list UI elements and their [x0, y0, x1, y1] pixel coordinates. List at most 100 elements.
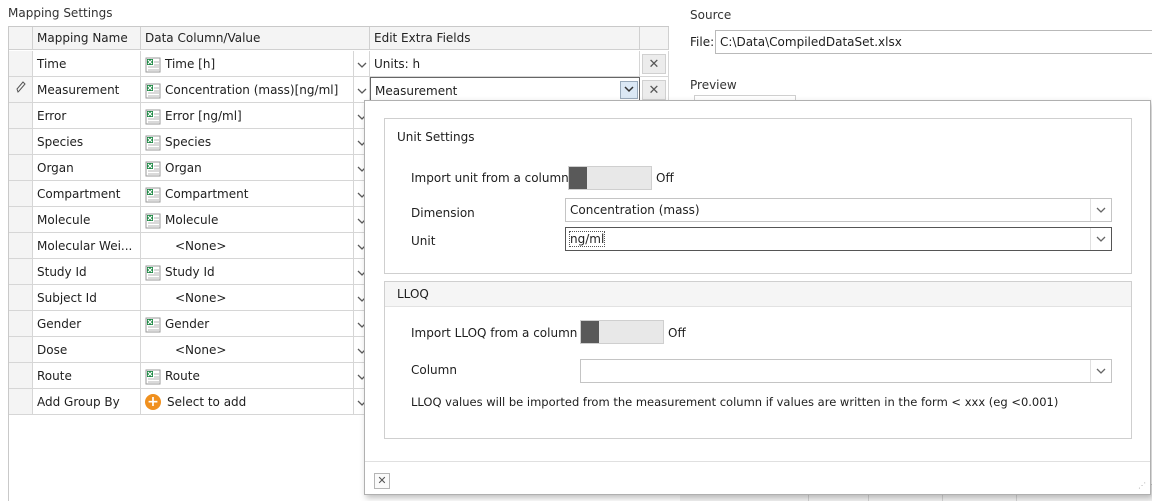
- row-indicator[interactable]: [9, 259, 33, 285]
- close-icon: ✕: [377, 474, 387, 487]
- excel-column-icon: [145, 108, 161, 124]
- data-column-value: Select to add: [167, 395, 247, 409]
- row-indicator[interactable]: [9, 363, 33, 389]
- data-column-cell[interactable]: Study Id: [141, 259, 354, 285]
- delete-row-button[interactable]: ✕: [642, 80, 666, 100]
- row-indicator[interactable]: [9, 181, 33, 207]
- lloq-column-select[interactable]: [580, 359, 1112, 383]
- close-popup-button[interactable]: ✕: [374, 473, 390, 489]
- data-column-cell[interactable]: Error [ng/ml]: [141, 103, 354, 129]
- data-column-value: Molecule: [165, 213, 219, 227]
- mapping-name-cell: Error: [33, 103, 141, 129]
- data-column-value: Error [ng/ml]: [165, 109, 242, 123]
- data-column-cell[interactable]: Molecule: [141, 207, 354, 233]
- data-column-cell[interactable]: Route: [141, 363, 354, 389]
- lloq-group: LLOQ Import LLOQ from a column Off Colum…: [384, 281, 1132, 439]
- data-column-cell[interactable]: <None>: [141, 285, 354, 311]
- extra-field-value: Measurement: [375, 84, 458, 98]
- delete-row-button[interactable]: ✕: [642, 54, 666, 74]
- data-column-cell[interactable]: Compartment: [141, 181, 354, 207]
- dimension-value: Concentration (mass): [570, 203, 700, 217]
- grid-indicator-header: [9, 27, 33, 50]
- import-unit-toggle[interactable]: [568, 166, 652, 190]
- import-lloq-toggle[interactable]: [580, 320, 664, 344]
- file-path-field[interactable]: C:\Data\CompiledDataSet.xlsx: [715, 30, 1152, 54]
- row-indicator[interactable]: [9, 51, 33, 77]
- source-title: Source: [690, 8, 732, 22]
- data-column-dropdown-button[interactable]: [354, 51, 370, 77]
- data-column-value: <None>: [175, 343, 227, 357]
- import-lloq-toggle-state: Off: [668, 326, 686, 340]
- chevron-down-icon[interactable]: [1090, 199, 1111, 221]
- data-column-cell[interactable]: <None>: [141, 337, 354, 363]
- chevron-down-icon[interactable]: [1090, 360, 1111, 382]
- excel-column-icon: [145, 186, 161, 202]
- data-column-value: Species: [165, 135, 212, 149]
- column-label: Column: [411, 363, 457, 377]
- data-column-value: Organ: [165, 161, 202, 175]
- data-column-value: Concentration (mass)[ng/ml]: [165, 83, 339, 97]
- row-indicator[interactable]: [9, 389, 33, 415]
- row-indicator[interactable]: [9, 311, 33, 337]
- row-indicator[interactable]: [9, 77, 33, 103]
- mapping-name-cell: Study Id: [33, 259, 141, 285]
- lloq-title: LLOQ: [385, 282, 1131, 307]
- dimension-label: Dimension: [411, 206, 475, 220]
- data-column-header[interactable]: Data Column/Value: [141, 27, 370, 50]
- chevron-down-icon[interactable]: [620, 81, 638, 99]
- mapping-name-cell: Organ: [33, 155, 141, 181]
- mapping-settings-title: Mapping Settings: [8, 6, 113, 20]
- data-column-cell[interactable]: Gender: [141, 311, 354, 337]
- data-column-value: Gender: [165, 317, 210, 331]
- mapping-name-cell: Add Group By: [33, 389, 141, 415]
- unit-select[interactable]: ng/ml: [565, 227, 1112, 251]
- mapping-name-cell: Molecular Wei...: [33, 233, 141, 259]
- excel-column-icon: [145, 56, 161, 72]
- mapping-name-cell: Measurement: [33, 77, 141, 103]
- row-indicator[interactable]: [9, 233, 33, 259]
- data-column-value: <None>: [175, 291, 227, 305]
- plus-icon: +: [145, 393, 161, 410]
- unit-settings-group: Unit Settings Import unit from a column …: [384, 118, 1132, 274]
- mapping-name-header[interactable]: Mapping Name: [33, 27, 141, 50]
- extra-field-value: Units: h: [374, 57, 421, 71]
- data-column-cell[interactable]: <None>: [141, 233, 354, 259]
- data-column-value: Time [h]: [165, 57, 216, 71]
- excel-column-icon: [145, 134, 161, 150]
- import-unit-label: Import unit from a column: [411, 171, 569, 185]
- data-column-cell[interactable]: Species: [141, 129, 354, 155]
- lloq-note: LLOQ values will be imported from the me…: [411, 395, 1059, 409]
- unit-settings-title: Unit Settings: [385, 125, 1131, 149]
- import-lloq-label: Import LLOQ from a column: [411, 326, 578, 340]
- extra-field-cell[interactable]: Units: h: [370, 51, 640, 77]
- data-column-value: Route: [165, 369, 200, 383]
- row-indicator[interactable]: [9, 155, 33, 181]
- file-label: File:: [690, 35, 715, 49]
- data-column-cell[interactable]: + Select to add: [141, 389, 354, 415]
- mapping-name-cell: Time: [33, 51, 141, 77]
- data-column-value: Compartment: [165, 187, 249, 201]
- row-indicator[interactable]: [9, 207, 33, 233]
- resize-grip-icon[interactable]: ⋰: [1138, 482, 1146, 490]
- excel-column-icon: [145, 316, 161, 332]
- dimension-select[interactable]: Concentration (mass): [565, 198, 1112, 222]
- mapping-name-cell: Species: [33, 129, 141, 155]
- delete-column-header: [640, 27, 669, 50]
- excel-column-icon: [145, 368, 161, 384]
- data-column-cell[interactable]: Concentration (mass)[ng/ml]: [141, 77, 354, 103]
- row-indicator[interactable]: [9, 129, 33, 155]
- table-row[interactable]: Time Time [h] Units: h ✕: [9, 51, 669, 77]
- data-column-cell[interactable]: Time [h]: [141, 51, 354, 77]
- row-indicator[interactable]: [9, 103, 33, 129]
- chevron-down-icon[interactable]: [1090, 228, 1111, 250]
- data-column-cell[interactable]: Organ: [141, 155, 354, 181]
- excel-column-icon: [145, 82, 161, 98]
- row-indicator[interactable]: [9, 285, 33, 311]
- row-indicator[interactable]: [9, 337, 33, 363]
- close-icon: ✕: [648, 83, 660, 98]
- excel-column-icon: [145, 264, 161, 280]
- edit-extra-fields-header[interactable]: Edit Extra Fields: [370, 27, 640, 50]
- close-icon: ✕: [648, 57, 660, 72]
- file-path-value: C:\Data\CompiledDataSet.xlsx: [720, 35, 902, 49]
- data-column-value: <None>: [175, 239, 227, 253]
